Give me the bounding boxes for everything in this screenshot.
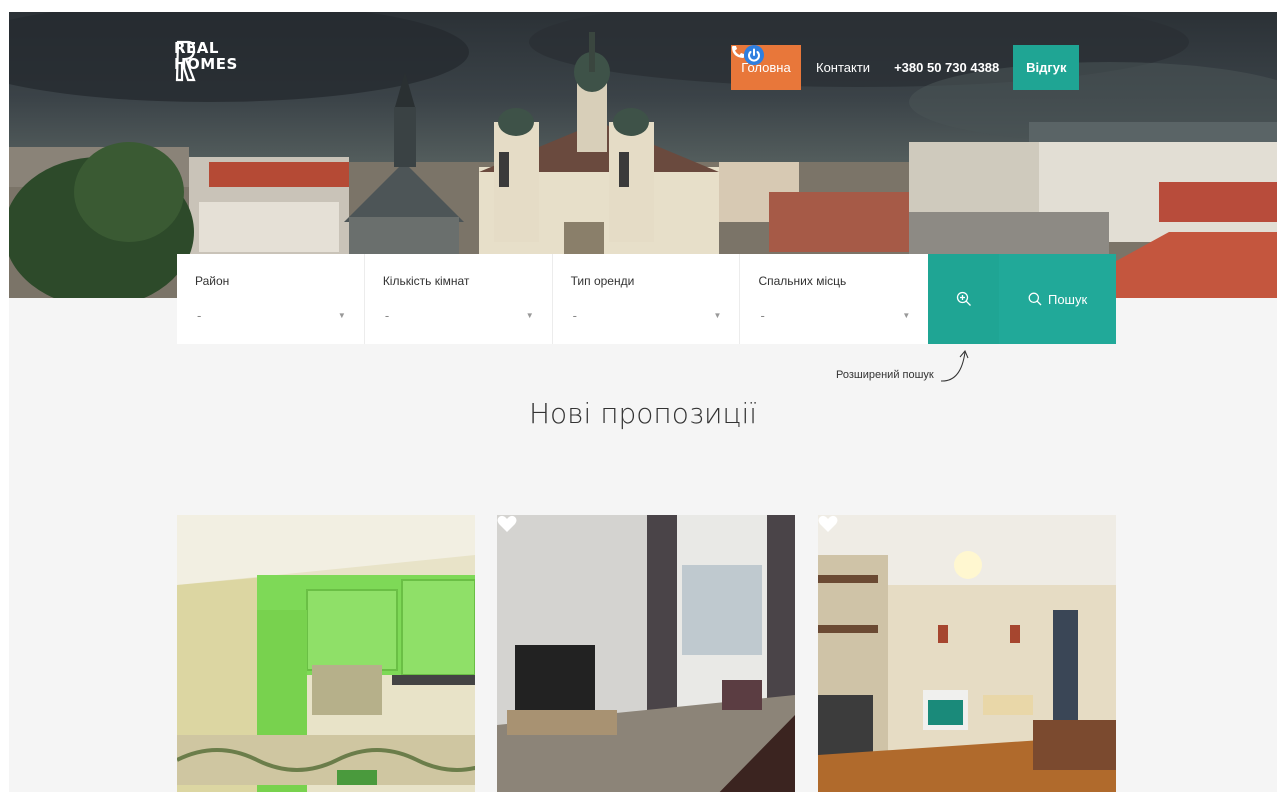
rooms-label: Кількість кімнат [382,274,470,288]
phone-icon [732,46,744,58]
heart-icon[interactable] [497,515,517,533]
beds-label: Спальних місць [758,274,847,288]
page: REAL HOMES Головна Контакти +380 50 730 … [9,12,1277,792]
listing-photo [497,515,795,792]
listing-card[interactable] [818,515,1116,792]
zoom-in-icon [956,291,971,306]
chevron-down-icon: ▼ [713,311,722,320]
phone-number: +380 50 730 4388 [894,60,1000,75]
main-nav: Головна Контакти +380 50 730 4388 Відгук [731,45,1080,90]
power-icon[interactable] [744,45,764,65]
feedback-button[interactable]: Відгук [1013,45,1080,90]
search-bar: Район - ▼ Кількість кімнат - ▼ Тип оренд… [177,254,1117,344]
rooms-select[interactable]: Кількість кімнат - ▼ [364,254,553,344]
beds-value: - [760,308,765,323]
search-button[interactable]: Пошук [999,254,1117,344]
listing-card[interactable] [177,515,475,792]
rent-type-label: Тип оренди [570,274,635,288]
search-icon [1028,292,1042,306]
advanced-search-link[interactable]: Розширений пошук [836,369,934,381]
curved-arrow-icon [940,350,969,382]
rooms-value: - [384,308,390,323]
rent-type-select[interactable]: Тип оренди - ▼ [552,254,741,344]
search-button-label: Пошук [1047,291,1088,307]
heart-icon[interactable] [818,515,838,533]
listing-photo [818,515,1116,792]
listing-photo [177,515,475,792]
chevron-down-icon: ▼ [525,311,534,320]
logo[interactable]: REAL HOMES [174,40,238,82]
district-select[interactable]: Район - ▼ [177,254,365,344]
district-label: Район [195,274,230,288]
chevron-down-icon: ▼ [337,311,346,320]
nav-contacts-link[interactable]: Контакти [816,60,870,75]
nav-phone-link[interactable]: +380 50 730 4388 [732,46,1000,75]
listing-card[interactable] [497,515,795,792]
beds-select[interactable]: Спальних місць - ▼ [740,254,929,344]
chevron-down-icon: ▼ [902,311,911,320]
section-title: Нові пропозиції [528,397,758,430]
rent-type-value: - [572,308,577,323]
logo-mark-icon [175,40,196,82]
district-value: - [197,308,202,323]
advanced-search-button[interactable] [928,254,1000,344]
